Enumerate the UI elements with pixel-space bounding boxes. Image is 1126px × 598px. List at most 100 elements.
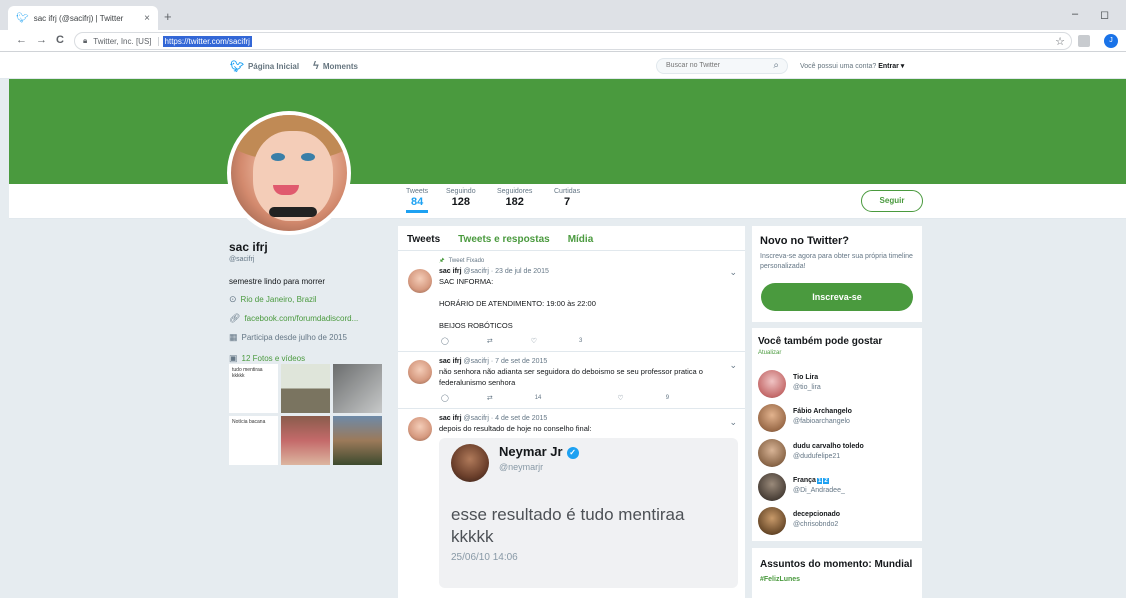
trends-card: Assuntos do momento: Mundial #FelizLunes xyxy=(752,548,922,598)
tab-media[interactable]: Mídia xyxy=(568,234,594,250)
tweet-header: sac ifrj @sacifrj · 4 de set de 2015 xyxy=(439,415,548,422)
address-bar: ← → C 🔒︎ Twitter, Inc. [US] https://twit… xyxy=(0,30,1126,52)
embedded-name: Neymar Jr ✓ xyxy=(499,444,579,459)
pinned-label: 🖈︎ Tweet Fixado xyxy=(439,258,485,264)
photo-icon: ▣ xyxy=(229,353,238,363)
chevron-down-icon[interactable]: ⌄ xyxy=(729,267,737,278)
follow-button[interactable]: Seguir xyxy=(861,190,923,212)
url-text[interactable]: https://twitter.com/sacifrj xyxy=(162,35,252,47)
who-to-follow-card: Você também pode gostar Atualizar Tio Li… xyxy=(752,328,922,541)
tweet-avatar[interactable] xyxy=(408,360,432,384)
tweet[interactable]: 🖈︎ Tweet Fixado ⌄ sac ifrj @sacifrj · 23 … xyxy=(398,251,745,352)
verified-badge-icon: ✓ xyxy=(566,446,579,459)
calendar-icon: ▦ xyxy=(229,332,238,342)
suggestion-avatar[interactable] xyxy=(758,404,786,432)
embedded-avatar xyxy=(451,444,489,482)
flag-badge: 2 xyxy=(823,478,829,484)
trend-item[interactable]: #FelizLunes xyxy=(760,576,914,583)
retweet-icon[interactable]: ⇄ xyxy=(487,337,493,345)
profile-joined: ▦ Participa desde julho de 2015 xyxy=(229,332,347,342)
forward-icon[interactable]: → xyxy=(36,34,47,46)
tweet[interactable]: ⌄ sac ifrj @sacifrj · 4 de set de 2015 d… xyxy=(398,409,745,588)
media-thumb[interactable] xyxy=(333,364,382,413)
photos-videos-link[interactable]: ▣ 12 Fotos e vídeos xyxy=(229,353,389,364)
nav-home[interactable]: 🐦︎ Página Inicial xyxy=(230,60,299,73)
new-tab-icon[interactable]: + xyxy=(164,9,172,24)
stat-tweets[interactable]: Tweets 84 xyxy=(406,188,429,213)
profile-name[interactable]: sac ifrj xyxy=(229,240,389,254)
flag-badge: 1 xyxy=(816,478,823,484)
tab-close-icon[interactable]: × xyxy=(144,13,150,24)
suggestion-item[interactable]: Fábio Archangelo @fabioarchangelo xyxy=(758,404,918,434)
site-identity[interactable]: Twitter, Inc. [US] xyxy=(93,36,159,46)
tab-tweets-replies[interactable]: Tweets e respostas xyxy=(458,234,550,250)
lightning-icon: ϟ xyxy=(313,60,319,72)
suggestion-item[interactable]: decepcionado @chrisobndo2 xyxy=(758,507,918,537)
reply-icon[interactable]: ◯ xyxy=(441,394,449,402)
like-button[interactable]: ♡ 3 xyxy=(531,337,621,345)
tab-tweets[interactable]: Tweets xyxy=(407,234,440,250)
search-icon[interactable]: ⌕ xyxy=(773,60,779,71)
media-thumb[interactable] xyxy=(281,416,330,465)
suggestion-item[interactable]: França 1 2 @Di_Andradee_ xyxy=(758,473,918,503)
media-thumb[interactable]: tudo mentiraa kkkkk xyxy=(229,364,278,413)
tweet-text: não senhora não adianta ser seguidora do… xyxy=(439,367,703,387)
profile-avatar[interactable] xyxy=(227,111,351,235)
url-field[interactable]: 🔒︎ Twitter, Inc. [US] https://twitter.co… xyxy=(74,32,1072,50)
browser-tab[interactable]: 🐦︎ sac ifrj (@sacifrj) | Twitter × xyxy=(8,6,158,30)
suggestion-item[interactable]: Tio Lira @tio_lira xyxy=(758,370,918,400)
browser-profile-avatar[interactable]: J xyxy=(1104,34,1118,48)
tweet-media-image[interactable]: Neymar Jr ✓ @neymarjr esse resultado é tu… xyxy=(439,438,738,588)
media-thumb[interactable] xyxy=(281,364,330,413)
minimize-icon[interactable]: – xyxy=(1072,8,1078,20)
browser-tab-bar: 🐦︎ sac ifrj (@sacifrj) | Twitter × + – ◻ xyxy=(0,0,1126,30)
bookmark-star-icon[interactable]: ☆ xyxy=(1055,35,1065,48)
tweet-header: sac ifrj @sacifrj · 23 de jul de 2015 xyxy=(439,268,549,275)
back-icon[interactable]: ← xyxy=(16,34,27,46)
nav-home-label: Página Inicial xyxy=(247,62,300,71)
like-button[interactable]: ♡ 9 xyxy=(617,394,707,402)
nav-moments-label: Moments xyxy=(322,61,358,71)
suggestion-avatar[interactable] xyxy=(758,507,786,535)
tweet-avatar[interactable] xyxy=(408,269,432,293)
chevron-down-icon[interactable]: ⌄ xyxy=(729,360,737,371)
heart-icon: ♡ xyxy=(617,395,624,402)
twitter-top-nav: 🐦︎ Página Inicial ϟ Moments ⌕ Você possu… xyxy=(0,52,1126,79)
reply-icon[interactable]: ◯ xyxy=(441,337,449,345)
refresh-link[interactable]: Atualizar xyxy=(758,350,916,356)
stat-following[interactable]: Seguindo 128 xyxy=(446,188,476,208)
suggestion-avatar[interactable] xyxy=(758,439,786,467)
extension-icon[interactable] xyxy=(1078,35,1090,47)
stat-followers[interactable]: Seguidores 182 xyxy=(497,188,532,208)
tweet-header: sac ifrj @sacifrj · 7 de set de 2015 xyxy=(439,358,548,365)
tweet-text: SAC INFORMA: HORÁRIO DE ATENDIMENTO: 19:… xyxy=(439,277,596,330)
suggestion-avatar[interactable] xyxy=(758,473,786,501)
restore-icon[interactable]: ◻ xyxy=(1100,8,1109,21)
twitter-bird-icon: 🐦︎ xyxy=(16,12,29,24)
nav-moments[interactable]: ϟ Moments xyxy=(313,60,358,72)
profile-handle[interactable]: @sacifrj xyxy=(229,256,389,263)
suggestion-avatar[interactable] xyxy=(758,370,786,398)
login-prompt: Você possui uma conta? Entrar ▾ xyxy=(800,63,905,70)
suggestion-item[interactable]: dudu carvalho toledo @dudufelipe21 xyxy=(758,439,918,469)
tab-title: sac ifrj (@sacifrj) | Twitter xyxy=(33,13,124,23)
signup-button[interactable]: Inscreva-se xyxy=(761,283,913,311)
chevron-down-icon[interactable]: ⌄ xyxy=(729,417,737,428)
search-box: ⌕ xyxy=(656,58,788,74)
tweet-actions: ◯ ⇄ ♡ 3 xyxy=(439,331,735,351)
location-pin-icon: ⊙ xyxy=(229,294,237,304)
media-thumb[interactable] xyxy=(333,416,382,465)
search-input[interactable] xyxy=(666,62,766,69)
reload-icon[interactable]: C xyxy=(56,34,64,46)
suggestions-title: Você também pode gostar xyxy=(758,336,883,347)
stat-likes[interactable]: Curtidas 7 xyxy=(554,188,580,208)
signup-title: Novo no Twitter? xyxy=(760,235,850,247)
media-thumb[interactable]: Notícia bacana xyxy=(229,416,278,465)
retweet-button[interactable]: ⇄ 14 xyxy=(487,394,580,402)
timeline: Tweets Tweets e respostas Mídia 🖈︎ Tweet … xyxy=(398,226,745,598)
tweet[interactable]: ⌄ sac ifrj @sacifrj · 7 de set de 2015 n… xyxy=(398,352,745,409)
tweet-avatar[interactable] xyxy=(408,417,432,441)
login-link[interactable]: Entrar ▾ xyxy=(878,63,904,70)
tweet-actions: ◯ ⇄ 14 ♡ 9 xyxy=(439,388,735,408)
embedded-handle: @neymarjr xyxy=(499,462,544,472)
